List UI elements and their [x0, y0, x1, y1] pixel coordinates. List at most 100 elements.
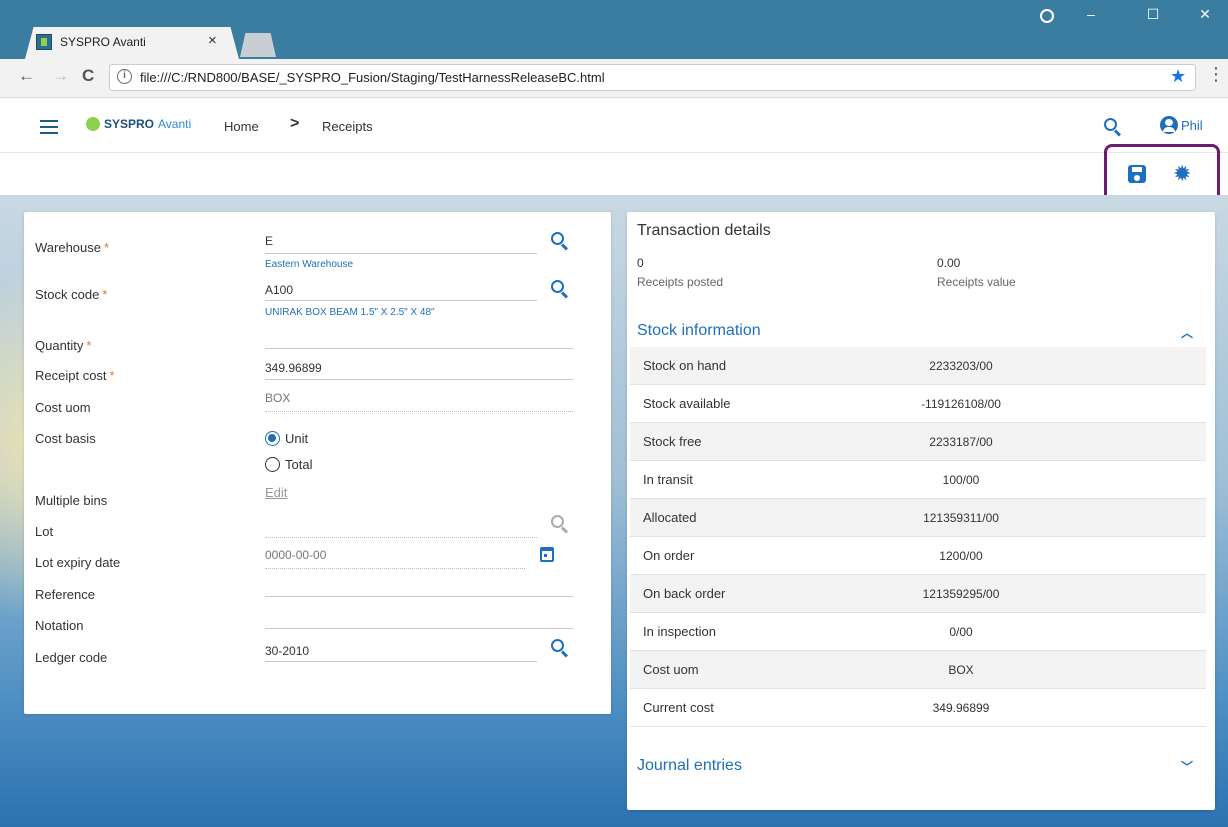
lot-expiry-date-field[interactable]: 0000-00-00 [265, 548, 326, 562]
row-value: BOX [948, 662, 974, 677]
row-value: 349.96899 [932, 700, 990, 715]
url-input[interactable]: file:///C:/RND800/BASE/_SYSPRO_Fusion/St… [109, 64, 1196, 91]
cost-basis-label: Cost basis [35, 431, 96, 446]
user-menu[interactable]: Phil [1160, 116, 1203, 134]
row-value: 121359311/00 [923, 510, 999, 525]
lot-search-icon[interactable] [550, 514, 570, 534]
stock-information-header[interactable]: Stock information [637, 322, 761, 340]
site-info-icon[interactable]: i [117, 69, 132, 84]
table-row: In inspection 0/00 [630, 613, 1206, 651]
warehouse-search-icon[interactable] [550, 231, 570, 251]
maximize-button[interactable]: ☐ [1130, 6, 1176, 23]
table-row: Allocated 121359311/00 [630, 499, 1206, 537]
row-value: 121359295/00 [922, 586, 1000, 601]
row-label: On back order [643, 586, 726, 601]
table-row: In transit 100/00 [630, 461, 1206, 499]
gear-icon[interactable]: ✹ [1173, 163, 1191, 185]
notation-label: Notation [35, 618, 84, 633]
row-label: Allocated [643, 510, 697, 525]
calendar-icon[interactable] [540, 547, 554, 562]
reference-label: Reference [35, 587, 95, 602]
row-value: 0/00 [949, 624, 973, 639]
receipt-form-card [24, 212, 611, 714]
row-label: In inspection [643, 624, 716, 639]
table-row: Current cost 349.96899 [630, 689, 1206, 727]
cost-uom-value: BOX [265, 391, 291, 405]
cost-uom-underline [265, 411, 573, 412]
back-arrow-icon[interactable]: ← [18, 66, 35, 86]
table-row: Stock free 2233187/00 [630, 423, 1206, 461]
ledger-code-field[interactable]: 30-2010 [265, 644, 309, 658]
stock-code-search-icon[interactable] [550, 279, 570, 299]
breadcrumb-current: Receipts [322, 119, 373, 134]
chevron-up-icon[interactable]: ︿ [1181, 324, 1193, 341]
lot-expiry-date-label: Lot expiry date [35, 555, 121, 570]
cost-uom-label: Cost uom [35, 400, 91, 415]
logo-syspro-text: SYSPRO [104, 117, 155, 131]
stock-code-label: Stock code * [35, 287, 108, 302]
reference-underline[interactable] [265, 596, 573, 597]
chevron-down-icon[interactable]: ﹀ [1181, 758, 1193, 775]
save-icon[interactable] [1128, 165, 1146, 183]
ledger-code-label: Ledger code [35, 650, 108, 665]
lot-underline [265, 537, 537, 538]
cost-basis-unit-radio[interactable]: Unit [265, 431, 308, 446]
receipt-cost-underline [265, 379, 573, 380]
radio-checked-icon [265, 431, 280, 446]
lot-expiry-underline [265, 568, 525, 569]
row-value: 1200/00 [939, 548, 983, 563]
cost-basis-total-radio[interactable]: Total [265, 457, 312, 472]
new-tab-button[interactable] [240, 33, 276, 57]
cost-basis-total-label: Total [285, 457, 313, 472]
receipts-posted-label: Receipts posted [637, 275, 724, 289]
minimize-button[interactable]: – [1068, 6, 1114, 22]
hamburger-menu-icon[interactable] [40, 120, 58, 134]
receipts-posted-value: 0 [637, 256, 644, 270]
stock-code-underline [265, 300, 537, 301]
browser-tab-content[interactable]: SYSPRO Avanti [36, 34, 146, 50]
close-window-button[interactable]: ✕ [1182, 6, 1228, 23]
logo-avanti-text: Avanti [158, 117, 192, 131]
row-value: 2233203/00 [929, 358, 993, 373]
receipt-cost-field[interactable]: 349.96899 [265, 361, 322, 375]
browser-menu-icon[interactable]: ⋮ [1207, 64, 1225, 85]
row-label: Current cost [643, 700, 714, 715]
search-icon[interactable] [1103, 117, 1123, 137]
quantity-label: Quantity * [35, 338, 92, 353]
cost-basis-unit-label: Unit [285, 431, 309, 446]
breadcrumb-home[interactable]: Home [224, 119, 259, 134]
row-label: Stock free [643, 434, 702, 449]
user-name: Phil [1181, 117, 1203, 133]
journal-entries-header[interactable]: Journal entries [637, 757, 742, 775]
receipts-value-value: 0.00 [937, 256, 961, 270]
warehouse-label: Warehouse * [35, 240, 110, 255]
browser-profile-icon[interactable] [1040, 9, 1054, 23]
notation-underline[interactable] [265, 628, 573, 629]
warehouse-underline [265, 253, 537, 254]
row-value: 2233187/00 [929, 434, 993, 449]
warehouse-field[interactable]: E [265, 234, 273, 248]
action-toolbar [0, 153, 1228, 195]
bookmark-star-icon[interactable]: ★ [1170, 66, 1186, 87]
reload-icon[interactable]: C [82, 66, 94, 86]
stock-information-table: Stock on hand 2233203/00 Stock available -… [630, 347, 1206, 727]
row-label: Stock on hand [643, 358, 727, 373]
syspro-avanti-logo[interactable]: SYSPRO Avanti [86, 117, 191, 131]
lot-label: Lot [35, 524, 54, 539]
row-label: On order [643, 548, 695, 563]
row-label: Stock available [643, 396, 731, 411]
stock-code-field[interactable]: A100 [265, 283, 293, 297]
browser-tab-title: SYSPRO Avanti [60, 35, 146, 49]
forward-arrow-icon[interactable]: → [52, 66, 69, 86]
table-row: On order 1200/00 [630, 537, 1206, 575]
breadcrumb-chevron-icon: > [290, 115, 300, 132]
tab-close-icon[interactable]: × [208, 32, 217, 49]
ledger-code-search-icon[interactable] [550, 638, 570, 658]
multiple-bins-edit-link[interactable]: Edit [265, 485, 287, 500]
quantity-underline [265, 348, 573, 349]
warehouse-description: Eastern Warehouse [265, 259, 354, 270]
syspro-favicon-icon [36, 34, 52, 50]
table-row: Stock available -119126108/00 [630, 385, 1206, 423]
table-row: Stock on hand 2233203/00 [630, 347, 1206, 385]
radio-unchecked-icon [265, 457, 280, 472]
